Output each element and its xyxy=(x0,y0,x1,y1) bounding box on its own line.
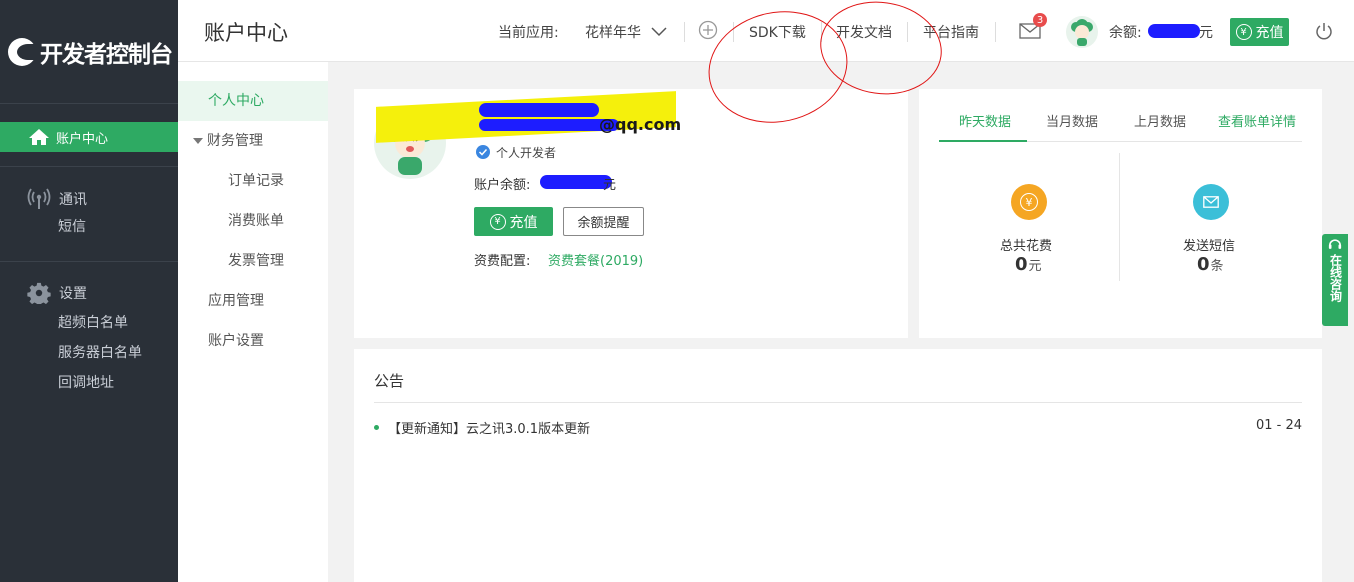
current-app-select[interactable]: 花样年华 xyxy=(585,22,641,42)
home-icon xyxy=(29,129,49,145)
redacted-mark xyxy=(479,103,599,117)
submenu-item-invoices[interactable]: 发票管理 xyxy=(178,241,328,281)
logo-text: 开发者控制台 xyxy=(40,41,173,68)
logo-icon xyxy=(8,37,39,66)
submenu-item-account-settings[interactable]: 账户设置 xyxy=(178,321,328,361)
verified-icon xyxy=(476,145,490,159)
tab-this-month[interactable]: 当月数据 xyxy=(1046,111,1098,130)
header-recharge-button[interactable]: ¥ 充值 xyxy=(1230,18,1289,46)
redacted-mark xyxy=(540,175,612,189)
notice-card: 公告 【更新通知】云之讯3.0.1版本更新 01 - 24 xyxy=(354,349,1322,582)
header-balance-label: 余额: xyxy=(1109,25,1142,41)
bullet-icon xyxy=(374,425,379,430)
sidebar-group-title[interactable]: 设置 xyxy=(0,280,178,306)
tab-active-indicator xyxy=(939,140,1027,142)
bill-detail-link[interactable]: 查看账单详情 xyxy=(1218,111,1296,130)
notice-title: 公告 xyxy=(374,372,405,390)
stats-divider xyxy=(1119,153,1120,281)
redacted-mark xyxy=(1148,24,1200,38)
tab-last-month[interactable]: 上月数据 xyxy=(1134,111,1186,130)
add-app-icon[interactable] xyxy=(698,20,718,40)
sms-sent-label: 发送短信 xyxy=(1183,239,1236,254)
recharge-button[interactable]: ¥ 充值 xyxy=(474,207,553,236)
sidebar-item-label: 账户中心 xyxy=(56,131,109,147)
caret-down-icon xyxy=(193,138,203,144)
stat-unit: 条 xyxy=(1210,259,1224,274)
stat-value: 0 xyxy=(1197,254,1210,275)
headset-icon xyxy=(1328,239,1342,249)
mail-icon xyxy=(1193,184,1229,220)
notice-item-text: 【更新通知】云之讯3.0.1版本更新 xyxy=(388,422,591,437)
profile-email-suffix: @qq.com xyxy=(599,115,682,134)
notice-item[interactable]: 【更新通知】云之讯3.0.1版本更新 01 - 24 xyxy=(374,418,1302,438)
yen-icon: ¥ xyxy=(489,213,506,230)
sidebar-item-account-center[interactable]: 账户中心 xyxy=(0,122,178,152)
antenna-icon xyxy=(27,188,51,209)
chevron-down-icon[interactable] xyxy=(651,27,667,37)
yen-icon: ¥ xyxy=(1011,184,1047,220)
profile-card: @qq.com 个人开发者 账户余额: 元 ¥ 充值 余额提醒 资费配置: 资费… xyxy=(354,89,908,338)
tab-yesterday[interactable]: 昨天数据 xyxy=(959,111,1011,130)
page-title: 账户中心 xyxy=(204,21,288,45)
sidebar-group-communication: 通讯 短信 xyxy=(0,186,178,242)
developer-type-label: 个人开发者 xyxy=(496,146,557,160)
power-icon[interactable] xyxy=(1314,21,1334,41)
sidebar-item-callback-url[interactable]: 回调地址 xyxy=(0,368,178,398)
redacted-mark xyxy=(479,119,619,131)
sidebar-group-settings: 设置 超频白名单 服务器白名单 回调地址 xyxy=(0,280,178,398)
main-sidebar: 开发者控制台 账户中心 通讯 短信 设置 超频白名单 服务器白名单 回调地址 xyxy=(0,0,178,582)
sidebar-group-label: 设置 xyxy=(59,286,87,302)
recharge-label: 充值 xyxy=(509,214,538,231)
stat-value: 0 xyxy=(1015,254,1028,275)
account-balance-label: 账户余额: xyxy=(474,178,531,193)
submenu-item-finance[interactable]: 财务管理 xyxy=(178,121,328,161)
account-submenu: 个人中心 财务管理 订单记录 消费账单 发票管理 应用管理 账户设置 xyxy=(178,62,328,582)
current-app-label: 当前应用: xyxy=(498,25,559,41)
total-spend-value: 0 元 xyxy=(1015,254,1042,275)
sidebar-item-overclock-whitelist[interactable]: 超频白名单 xyxy=(0,308,178,338)
header-divider xyxy=(684,22,685,42)
mail-badge: 3 xyxy=(1033,13,1047,27)
sms-sent-value: 0 条 xyxy=(1197,254,1224,275)
sidebar-item-server-whitelist[interactable]: 服务器白名单 xyxy=(0,338,178,368)
sidebar-divider xyxy=(0,166,178,167)
stat-unit: 元 xyxy=(1028,259,1042,274)
app-logo[interactable]: 开发者控制台 xyxy=(0,0,178,104)
submenu-item-apps[interactable]: 应用管理 xyxy=(178,281,328,321)
online-consult-button[interactable]: 在线咨询 xyxy=(1322,234,1348,326)
header-balance-unit: 元 xyxy=(1199,25,1213,41)
recharge-label: 充值 xyxy=(1255,25,1284,41)
sidebar-group-label: 通讯 xyxy=(59,192,87,208)
account-balance-unit: 元 xyxy=(603,178,617,193)
sidebar-divider xyxy=(0,261,178,262)
sidebar-item-sms[interactable]: 短信 xyxy=(0,212,178,242)
notice-divider xyxy=(374,402,1302,403)
submenu-item-orders[interactable]: 订单记录 xyxy=(178,161,328,201)
sidebar-group-title[interactable]: 通讯 xyxy=(0,186,178,212)
consult-label: 在线咨询 xyxy=(1328,254,1343,302)
submenu-item-bills[interactable]: 消费账单 xyxy=(178,201,328,241)
header-divider xyxy=(995,22,996,42)
mascot-icon xyxy=(1071,19,1093,46)
balance-reminder-button[interactable]: 余额提醒 xyxy=(563,207,644,236)
submenu-item-label: 财务管理 xyxy=(207,133,263,149)
avatar[interactable] xyxy=(1066,16,1098,48)
total-spend-label: 总共花费 xyxy=(1000,239,1053,254)
yen-icon: ¥ xyxy=(1235,24,1252,40)
stats-card: 昨天数据 当月数据 上月数据 查看账单详情 ¥ 总共花费 0 元 发送短信 0 … xyxy=(919,89,1322,338)
notice-item-date: 01 - 24 xyxy=(1255,418,1302,433)
plan-label: 资费配置: xyxy=(474,254,531,269)
submenu-item-personal-center[interactable]: 个人中心 xyxy=(178,81,328,121)
plan-link[interactable]: 资费套餐(2019) xyxy=(548,250,643,269)
gear-icon xyxy=(27,282,51,304)
